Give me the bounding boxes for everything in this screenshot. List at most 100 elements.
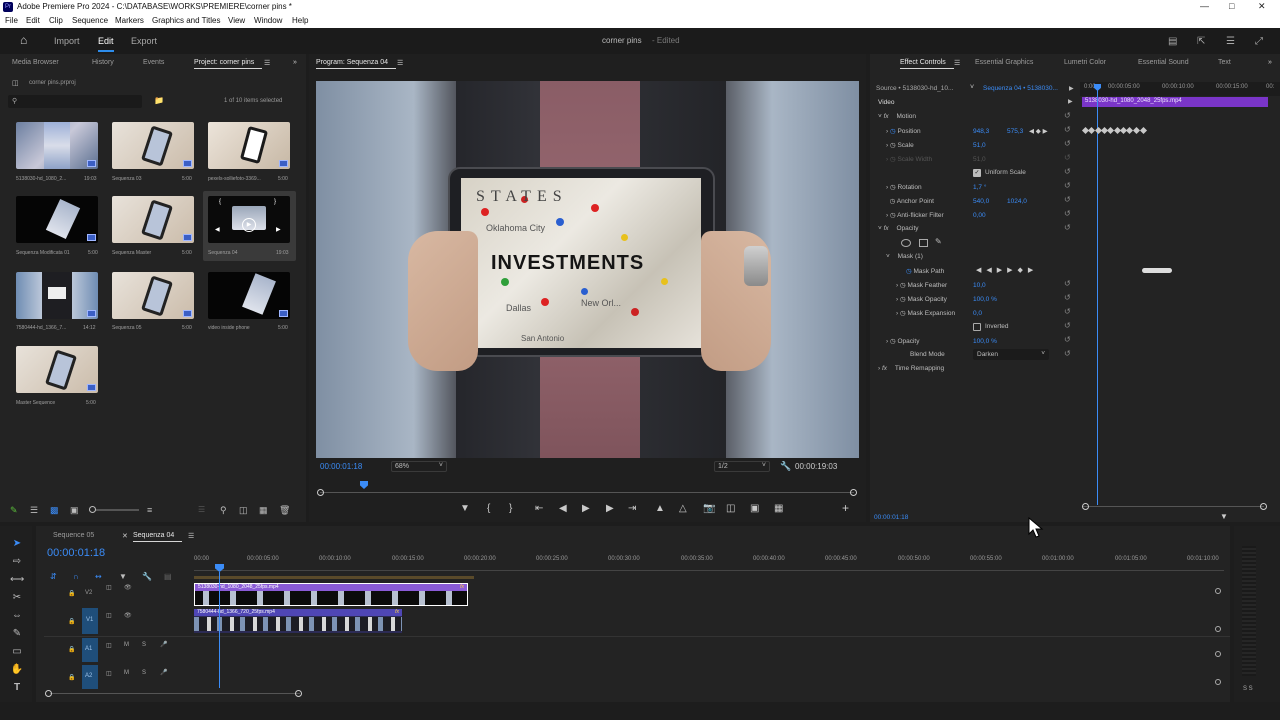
pen-mask-icon[interactable]: ✎ [935, 237, 942, 246]
thumb-clip-7580444[interactable] [16, 272, 98, 319]
mask-expansion-value[interactable]: 0,0 [973, 310, 982, 317]
eye-icon[interactable]: 👁 [124, 612, 132, 619]
position-y[interactable]: 575,3 [1007, 128, 1023, 135]
tab-sequenza-04[interactable]: Sequenza 04 [133, 532, 183, 542]
export-tab[interactable]: Export [131, 36, 157, 46]
clip-v1[interactable]: 7580444-hd_1366_720_25fps.mp4 fx [194, 609, 402, 633]
ec-scroll-start[interactable] [1082, 503, 1089, 510]
ec-scrollbar[interactable] [1082, 506, 1264, 507]
opacity-value[interactable]: 100,0 % [973, 338, 997, 345]
ec-scroll-end[interactable] [1260, 503, 1267, 510]
reset-icon[interactable]: ↺ [1064, 279, 1071, 288]
snap-icon[interactable]: ∩ [73, 572, 79, 581]
nest-icon[interactable]: ⇵ [50, 572, 57, 581]
v2-target[interactable]: V2 [82, 582, 98, 606]
list-view-icon[interactable]: ☰ [30, 505, 38, 516]
more-panels-icon[interactable]: » [1268, 59, 1272, 66]
go-to-in-icon[interactable]: ⇤ [535, 503, 543, 514]
zoom-slider[interactable] [89, 506, 139, 513]
comparison-view-icon[interactable]: ◫ [726, 503, 735, 514]
more-panels-icon[interactable]: » [293, 59, 297, 66]
add-marker-icon[interactable]: ▼ [460, 503, 470, 514]
go-to-out-icon[interactable]: ⇥ [628, 503, 636, 514]
reset-icon[interactable]: ↺ [1064, 209, 1071, 218]
tab-sequence-05[interactable]: Sequence 05 [53, 532, 94, 539]
h-scroll-start[interactable] [45, 690, 52, 697]
anchor-y[interactable]: 1024,0 [1007, 198, 1027, 205]
menu-help[interactable]: Help [292, 16, 308, 25]
maximize-icon[interactable]: □ [1229, 1, 1234, 11]
motion-row[interactable]: ˅ fx Motion [878, 113, 916, 127]
tab-events[interactable]: Events [143, 59, 164, 66]
solo-icon[interactable]: S [142, 670, 146, 676]
reset-icon[interactable]: ↺ [1064, 167, 1071, 176]
export-frame-icon[interactable]: 📷 [703, 503, 715, 514]
reset-icon[interactable]: ↺ [1064, 223, 1071, 232]
thumb-pexels[interactable] [208, 122, 290, 169]
rectangle-icon[interactable]: ▭ [10, 646, 24, 657]
thumb-sequenza-mod-01[interactable] [16, 196, 98, 243]
v-scroll-handle[interactable] [1215, 626, 1221, 632]
button-editor-icon[interactable]: + [842, 501, 849, 515]
solo-icon[interactable]: S [142, 642, 146, 648]
thumb-master-sequence[interactable] [16, 346, 98, 393]
tab-media-browser[interactable]: Media Browser [12, 59, 59, 66]
timeline-h-scrollbar[interactable] [50, 693, 300, 694]
chevron-down-icon[interactable]: ˅ [970, 84, 974, 91]
add-marker-icon[interactable]: ▼ [119, 572, 127, 581]
mask-track-controls[interactable]: ◀◀▶▶◆▶ [976, 266, 1038, 274]
reset-icon[interactable]: ↺ [1064, 307, 1071, 316]
pen-icon[interactable]: ✎ [10, 505, 18, 516]
slip-icon[interactable]: ⇔ [10, 610, 24, 621]
ec-timecode[interactable]: 00:00:01:18 [874, 514, 908, 521]
thumb-sequenza-04[interactable]: ▶ ◀ ▶{} [208, 196, 290, 243]
track-select-icon[interactable]: ⇨ [10, 556, 24, 567]
home-icon[interactable]: ⌂ [20, 33, 27, 47]
menu-graphics[interactable]: Graphics and Titles [152, 16, 220, 25]
a2-target[interactable]: A2 [82, 665, 98, 689]
import-tab[interactable]: Import [54, 36, 80, 46]
sync-lock-icon[interactable]: ◫ [106, 584, 112, 591]
lock-icon[interactable]: 🔒 [68, 618, 75, 625]
menu-lines-icon[interactable]: ☰ [1226, 36, 1235, 47]
timeline-playhead[interactable] [219, 572, 220, 688]
anchor-x[interactable]: 540,0 [973, 198, 989, 205]
reset-icon[interactable]: ↺ [1064, 335, 1071, 344]
thumb-video-inside-phone[interactable] [208, 272, 290, 319]
mask-row[interactable]: ˅ Mask (1) [886, 253, 923, 267]
hand-icon[interactable]: ✋ [10, 664, 24, 675]
tab-effect-controls[interactable]: Effect Controls [900, 59, 954, 69]
menu-view[interactable]: View [228, 16, 245, 25]
menu-sequence[interactable]: Sequence [72, 16, 108, 25]
fullscreen-icon[interactable]: ⤢ [1255, 36, 1263, 47]
panel-menu-icon[interactable]: ☰ [188, 532, 194, 540]
rectangle-mask-icon[interactable] [919, 239, 928, 247]
play-only-audio-icon[interactable]: ▶ [1069, 85, 1074, 92]
search-input[interactable]: ⚲ [8, 95, 142, 108]
ellipse-mask-icon[interactable] [901, 239, 911, 247]
tab-history[interactable]: History [92, 59, 114, 66]
menu-clip[interactable]: Clip [49, 16, 63, 25]
minimize-icon[interactable]: — [1200, 1, 1209, 11]
sync-lock-icon[interactable]: ◫ [106, 670, 112, 677]
reset-icon[interactable]: ↺ [1064, 139, 1071, 148]
settings-wrench-icon[interactable]: 🔧 [142, 572, 152, 581]
program-timecode[interactable]: 00:00:01:18 [320, 462, 362, 471]
video-frame[interactable]: STATES Oklahoma City Dallas San Antonio … [316, 81, 859, 458]
timeline-timecode[interactable]: 00:00:01:18 [47, 547, 105, 559]
sequence-clip[interactable]: Sequenza 04 • 5138030... [983, 85, 1058, 92]
menu-edit[interactable]: Edit [26, 16, 40, 25]
new-bin-icon[interactable]: 📁 [154, 96, 164, 105]
menu-markers[interactable]: Markers [115, 16, 144, 25]
lift-icon[interactable]: ▲ [655, 503, 665, 514]
step-forward-icon[interactable]: ▶ [606, 503, 614, 514]
panel-menu-icon[interactable]: ☰ [954, 59, 960, 67]
extract-icon[interactable]: △ [679, 503, 687, 514]
step-back-icon[interactable]: ◀ [559, 503, 567, 514]
v-scroll-handle[interactable] [1215, 679, 1221, 685]
program-scrubber[interactable] [320, 492, 854, 493]
v-scroll-handle[interactable] [1215, 588, 1221, 594]
reset-icon[interactable]: ↺ [1064, 111, 1071, 120]
razor-icon[interactable]: ✂ [10, 592, 24, 603]
workspaces-icon[interactable]: ▤ [1168, 36, 1177, 47]
